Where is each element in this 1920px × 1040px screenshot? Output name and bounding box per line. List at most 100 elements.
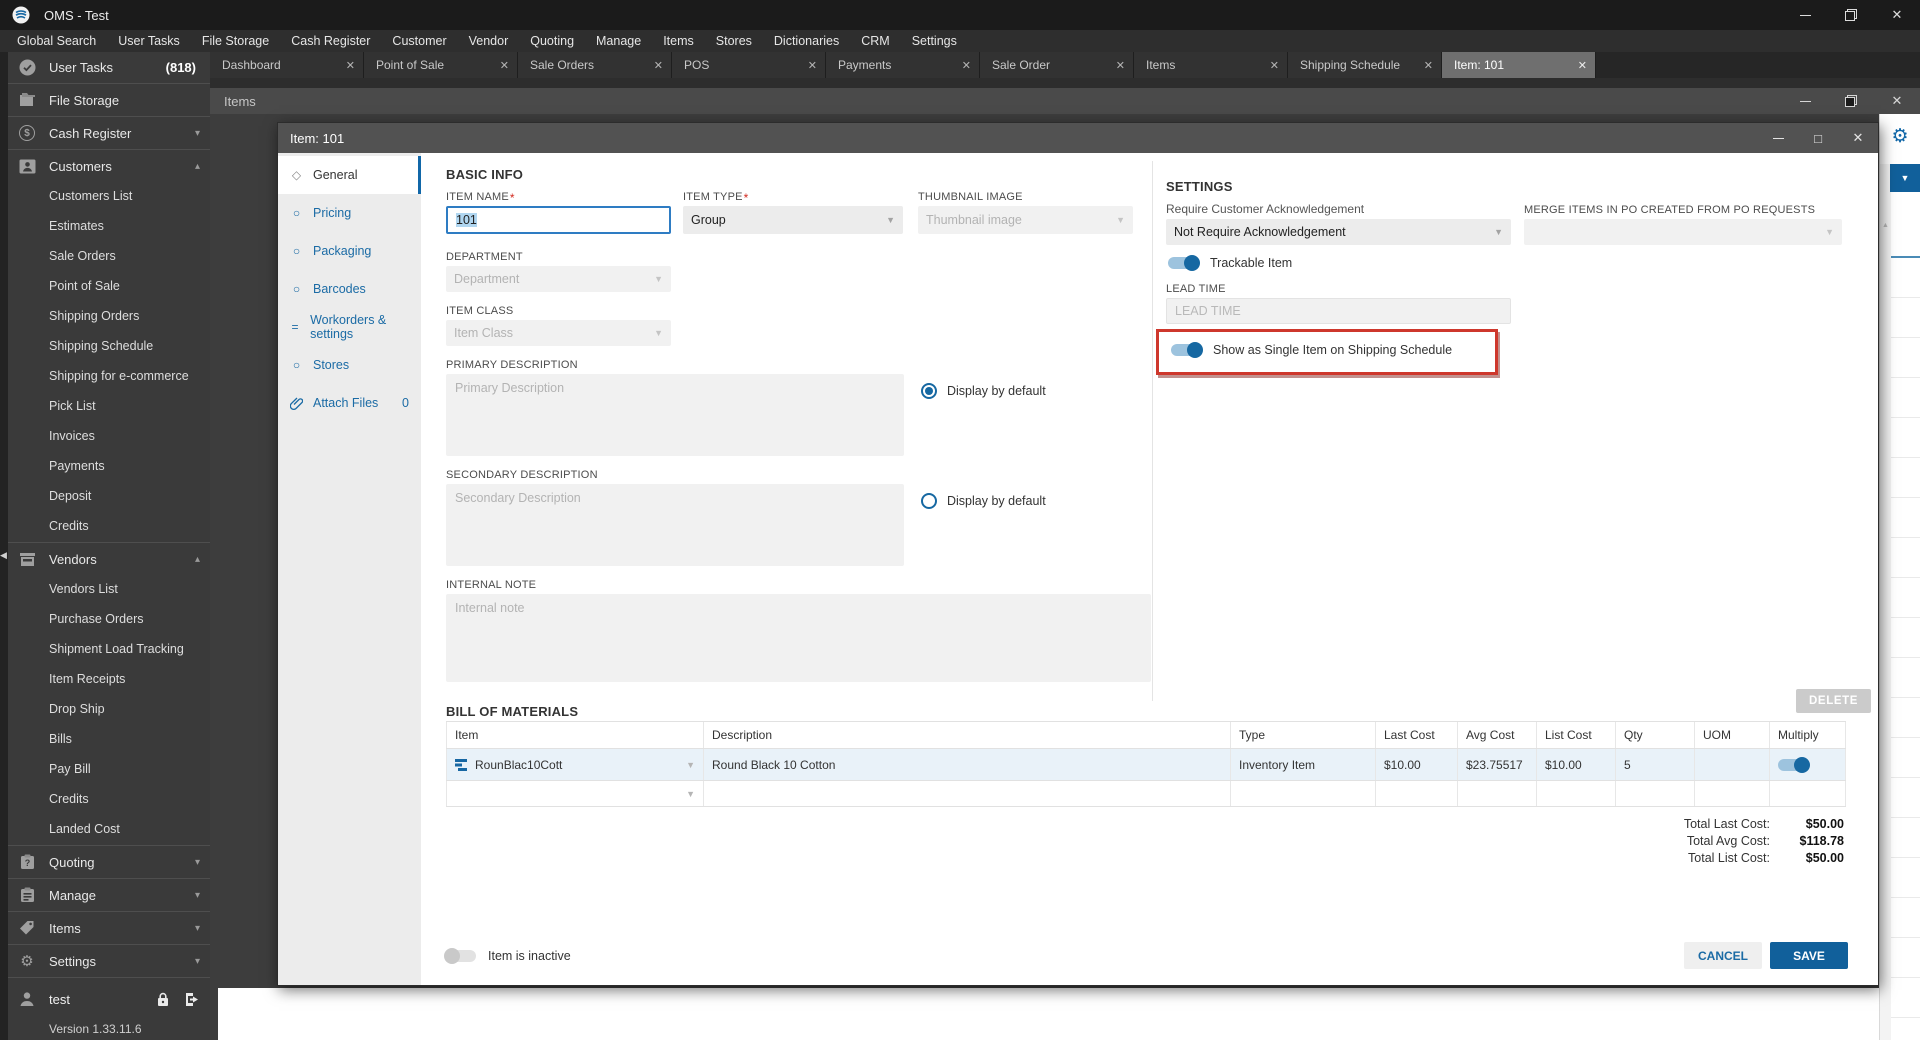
close-icon[interactable]: ✕ <box>1112 59 1125 72</box>
menu-user-tasks[interactable]: User Tasks <box>107 34 191 48</box>
sidebar-item-shipping-ecommerce[interactable]: Shipping for e-commerce <box>8 361 210 391</box>
tab-pos[interactable]: POS ✕ <box>672 52 826 78</box>
sidebar-item-deposit[interactable]: Deposit <box>8 481 210 511</box>
close-icon[interactable]: ✕ <box>1266 59 1279 72</box>
save-button[interactable]: SAVE <box>1770 942 1848 969</box>
sidebar-item-point-of-sale[interactable]: Point of Sale <box>8 271 210 301</box>
col-last-cost[interactable]: Last Cost <box>1376 722 1458 748</box>
menu-items[interactable]: Items <box>652 34 705 48</box>
sidebar-item-estimates[interactable]: Estimates <box>8 211 210 241</box>
sidebar-item-item-receipts[interactable]: Item Receipts <box>8 664 210 694</box>
cancel-button[interactable]: CANCEL <box>1684 942 1762 969</box>
col-avg-cost[interactable]: Avg Cost <box>1458 722 1537 748</box>
minimize-button[interactable] <box>1782 0 1828 30</box>
sidebar-item-sale-orders[interactable]: Sale Orders <box>8 241 210 271</box>
item-type-select[interactable]: Group ▼ <box>683 206 903 234</box>
nav-packaging[interactable]: ○ Packaging <box>278 232 421 270</box>
tab-sale-orders[interactable]: Sale Orders ✕ <box>518 52 672 78</box>
sidebar-item-drop-ship[interactable]: Drop Ship <box>8 694 210 724</box>
restore-button[interactable] <box>1828 0 1874 30</box>
chevron-down-icon[interactable]: ▼ <box>686 760 695 770</box>
sidebar-item-vendor-credits[interactable]: Credits <box>8 784 210 814</box>
menu-quoting[interactable]: Quoting <box>519 34 585 48</box>
menu-crm[interactable]: CRM <box>850 34 900 48</box>
secondary-description-textarea[interactable]: Secondary Description <box>446 484 904 566</box>
menu-stores[interactable]: Stores <box>705 34 763 48</box>
internal-note-textarea[interactable]: Internal note <box>446 594 1151 682</box>
delete-button[interactable]: DELETE <box>1796 689 1871 713</box>
close-icon[interactable]: ✕ <box>1574 59 1587 72</box>
nav-barcodes[interactable]: ○ Barcodes <box>278 270 421 308</box>
menu-customer[interactable]: Customer <box>381 34 457 48</box>
toggle-on-icon[interactable] <box>1778 756 1810 773</box>
sidebar-item-pick-list[interactable]: Pick List <box>8 391 210 421</box>
sidebar-item-credits[interactable]: Credits <box>8 511 210 541</box>
close-icon[interactable]: ✕ <box>650 59 663 72</box>
sidebar-item-shipping-orders[interactable]: Shipping Orders <box>8 301 210 331</box>
close-button[interactable]: ✕ <box>1838 123 1878 153</box>
sidebar-item-customers-list[interactable]: Customers List <box>8 181 210 211</box>
minimize-button[interactable] <box>1758 123 1798 153</box>
menu-settings[interactable]: Settings <box>901 34 968 48</box>
close-icon[interactable]: ✕ <box>496 59 509 72</box>
sidebar-item-shipping-schedule[interactable]: Shipping Schedule <box>8 331 210 361</box>
sidebar-item-vendors[interactable]: Vendors ▴ <box>8 544 210 574</box>
tab-point-of-sale[interactable]: Point of Sale ✕ <box>364 52 518 78</box>
nav-attach-files[interactable]: Attach Files 0 <box>278 384 421 422</box>
sidebar-item-customers[interactable]: Customers ▴ <box>8 151 210 181</box>
chevron-down-icon[interactable]: ▼ <box>686 789 695 799</box>
nav-workorders-settings[interactable]: = Workorders & settings <box>278 308 421 346</box>
restore-button[interactable] <box>1828 88 1874 114</box>
sidebar-item-user-tasks[interactable]: User Tasks (818) <box>8 52 210 82</box>
toggle-on-icon[interactable] <box>1168 255 1200 271</box>
sidebar-item-file-storage[interactable]: File Storage <box>8 85 210 115</box>
sidebar-item-invoices[interactable]: Invoices <box>8 421 210 451</box>
table-row-empty[interactable]: ▼ <box>446 781 1846 807</box>
require-ack-select[interactable]: Not Require Acknowledgement ▼ <box>1166 219 1511 245</box>
grid-dropdown-button[interactable]: ▼ <box>1890 164 1920 192</box>
tab-dashboard[interactable]: Dashboard ✕ <box>210 52 364 78</box>
cell-qty[interactable]: 5 <box>1616 749 1695 780</box>
sidebar-item-purchase-orders[interactable]: Purchase Orders <box>8 604 210 634</box>
close-button[interactable]: ✕ <box>1874 0 1920 30</box>
cell-description[interactable]: Round Black 10 Cotton <box>704 749 1231 780</box>
sidebar-item-cash-register[interactable]: $ Cash Register ▾ <box>8 118 210 148</box>
lock-icon[interactable] <box>156 992 170 1007</box>
sidebar-item-payments[interactable]: Payments <box>8 451 210 481</box>
sidebar-item-pay-bill[interactable]: Pay Bill <box>8 754 210 784</box>
sidebar-item-quoting[interactable]: ? Quoting ▾ <box>8 847 210 877</box>
grid-settings-button[interactable]: ⚙ <box>1880 114 1920 158</box>
menu-vendor[interactable]: Vendor <box>458 34 520 48</box>
sidebar-item-bills[interactable]: Bills <box>8 724 210 754</box>
logout-icon[interactable] <box>184 992 200 1007</box>
radio-selected-icon[interactable] <box>921 383 937 399</box>
col-list-cost[interactable]: List Cost <box>1537 722 1616 748</box>
nav-pricing[interactable]: ○ Pricing <box>278 194 421 232</box>
menu-cash-register[interactable]: Cash Register <box>280 34 381 48</box>
toggle-on-icon[interactable] <box>1171 342 1203 358</box>
close-icon[interactable]: ✕ <box>804 59 817 72</box>
minimize-button[interactable] <box>1782 88 1828 114</box>
maximize-button[interactable]: □ <box>1798 123 1838 153</box>
menu-manage[interactable]: Manage <box>585 34 652 48</box>
menu-file-storage[interactable]: File Storage <box>191 34 280 48</box>
nav-stores[interactable]: ○ Stores <box>278 346 421 384</box>
close-icon[interactable]: ✕ <box>1420 59 1433 72</box>
col-uom[interactable]: UOM <box>1695 722 1770 748</box>
item-name-input[interactable]: 101 <box>446 206 671 234</box>
sidebar-item-manage[interactable]: Manage ▾ <box>8 880 210 910</box>
sidebar-item-shipment-load-tracking[interactable]: Shipment Load Tracking <box>8 634 210 664</box>
tab-sale-order[interactable]: Sale Order ✕ <box>980 52 1134 78</box>
sidebar-item-settings[interactable]: ⚙ Settings ▾ <box>8 946 210 976</box>
cell-item-empty[interactable]: ▼ <box>446 781 704 806</box>
menu-global-search[interactable]: Global Search <box>6 34 107 48</box>
sidebar-collapse-icon[interactable]: ◀ <box>0 550 7 561</box>
col-multiply[interactable]: Multiply <box>1770 722 1846 748</box>
radio-unselected-icon[interactable] <box>921 493 937 509</box>
col-type[interactable]: Type <box>1231 722 1376 748</box>
sidebar-item-landed-cost[interactable]: Landed Cost <box>8 814 210 844</box>
table-row[interactable]: RounBlac10Cott ▼ Round Black 10 Cotton I… <box>446 749 1846 781</box>
close-icon[interactable]: ✕ <box>342 59 355 72</box>
close-button[interactable]: ✕ <box>1874 88 1920 114</box>
primary-description-textarea[interactable]: Primary Description <box>446 374 904 456</box>
